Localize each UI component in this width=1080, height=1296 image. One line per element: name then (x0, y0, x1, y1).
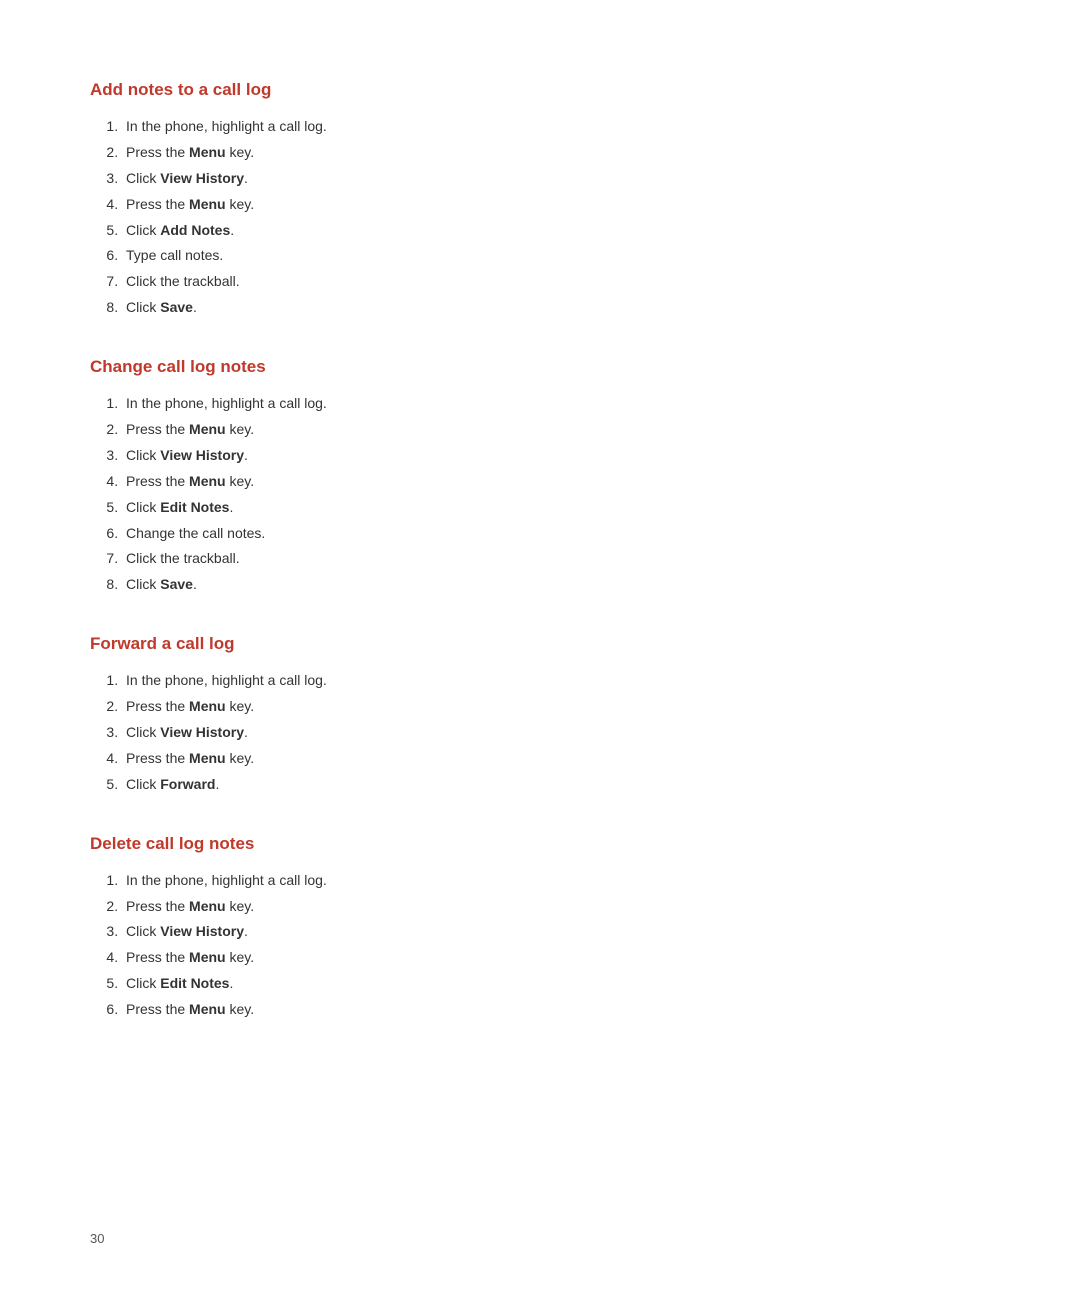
step-item: Type call notes. (122, 243, 990, 269)
section-change-notes: Change call log notes In the phone, highl… (90, 357, 990, 598)
bold-text: Forward (160, 776, 215, 792)
section-title-forward-call: Forward a call log (90, 634, 990, 654)
step-item: Click View History. (122, 166, 990, 192)
step-item: In the phone, highlight a call log. (122, 868, 990, 894)
section-delete-notes: Delete call log notes In the phone, highl… (90, 834, 990, 1023)
bold-text: View History (160, 923, 244, 939)
step-item: Click Edit Notes. (122, 495, 990, 521)
bold-text: Menu (189, 949, 226, 965)
bold-text: Save (160, 576, 193, 592)
step-item: Change the call notes. (122, 521, 990, 547)
bold-text: View History (160, 170, 244, 186)
section-title-add-notes: Add notes to a call log (90, 80, 990, 100)
bold-text: Menu (189, 1001, 226, 1017)
bold-text: Menu (189, 698, 226, 714)
step-item: Press the Menu key. (122, 192, 990, 218)
step-item: Press the Menu key. (122, 746, 990, 772)
steps-list-delete-notes: In the phone, highlight a call log.Press… (122, 868, 990, 1023)
step-item: Click the trackball. (122, 269, 990, 295)
step-item: Click View History. (122, 720, 990, 746)
page-number: 30 (90, 1231, 104, 1246)
bold-text: Edit Notes (160, 975, 229, 991)
bold-text: Save (160, 299, 193, 315)
step-item: Press the Menu key. (122, 469, 990, 495)
bold-text: Menu (189, 144, 226, 160)
step-item: Press the Menu key. (122, 694, 990, 720)
steps-list-change-notes: In the phone, highlight a call log.Press… (122, 391, 990, 598)
step-item: In the phone, highlight a call log. (122, 391, 990, 417)
step-item: Click the trackball. (122, 546, 990, 572)
step-item: Press the Menu key. (122, 894, 990, 920)
step-item: Click Save. (122, 572, 990, 598)
step-item: Click View History. (122, 919, 990, 945)
bold-text: View History (160, 724, 244, 740)
step-item: Press the Menu key. (122, 997, 990, 1023)
bold-text: Menu (189, 421, 226, 437)
step-item: Press the Menu key. (122, 417, 990, 443)
step-item: In the phone, highlight a call log. (122, 114, 990, 140)
step-item: Click View History. (122, 443, 990, 469)
steps-list-forward-call: In the phone, highlight a call log.Press… (122, 668, 990, 797)
bold-text: Menu (189, 750, 226, 766)
bold-text: Add Notes (160, 222, 230, 238)
step-item: Click Add Notes. (122, 218, 990, 244)
bold-text: View History (160, 447, 244, 463)
bold-text: Edit Notes (160, 499, 229, 515)
step-item: Press the Menu key. (122, 140, 990, 166)
section-forward-call: Forward a call log In the phone, highligh… (90, 634, 990, 797)
section-add-notes: Add notes to a call log In the phone, hig… (90, 80, 990, 321)
step-item: Click Forward. (122, 772, 990, 798)
step-item: Click Save. (122, 295, 990, 321)
step-item: In the phone, highlight a call log. (122, 668, 990, 694)
step-item: Click Edit Notes. (122, 971, 990, 997)
bold-text: Menu (189, 473, 226, 489)
bold-text: Menu (189, 196, 226, 212)
bold-text: Menu (189, 898, 226, 914)
section-title-change-notes: Change call log notes (90, 357, 990, 377)
steps-list-add-notes: In the phone, highlight a call log.Press… (122, 114, 990, 321)
section-title-delete-notes: Delete call log notes (90, 834, 990, 854)
step-item: Press the Menu key. (122, 945, 990, 971)
